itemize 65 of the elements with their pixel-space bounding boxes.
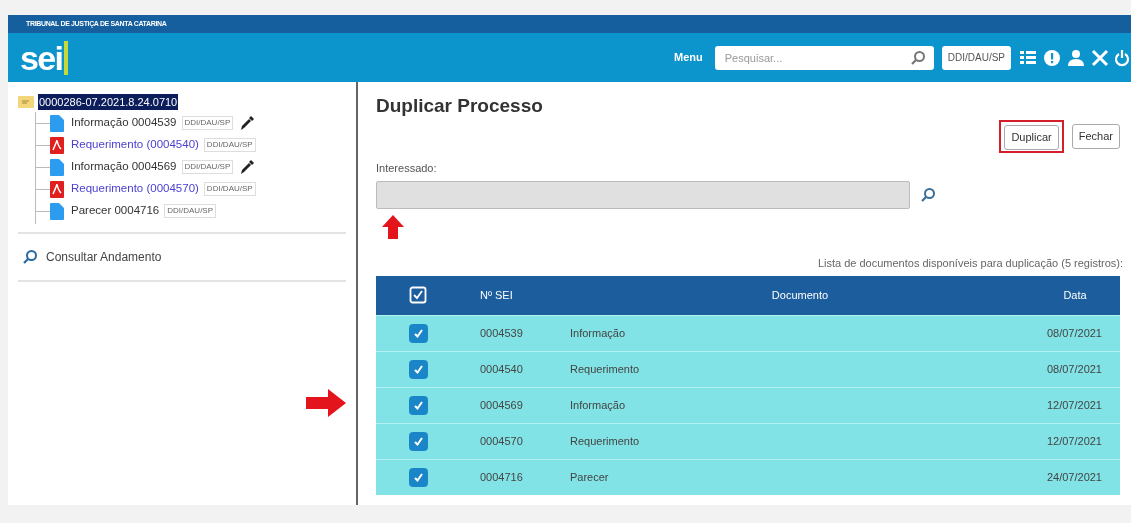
document-icon xyxy=(50,158,64,176)
power-icon[interactable] xyxy=(1115,48,1129,67)
table-cell: 0004539 xyxy=(480,326,523,339)
document-link[interactable]: Requerimento (0004540) xyxy=(71,136,199,154)
document-icon xyxy=(50,114,64,132)
row-checkbox[interactable] xyxy=(408,323,428,343)
table-cell: Requerimento xyxy=(570,362,640,375)
alert-icon[interactable] xyxy=(1043,48,1061,67)
folder-icon xyxy=(18,96,34,108)
table-row[interactable]: 0004539 Informação 08/07/2021 xyxy=(376,315,1120,351)
document-link[interactable]: Informação 0004539 xyxy=(71,114,177,132)
interested-field[interactable] xyxy=(376,180,910,209)
table-cell: Informação xyxy=(570,326,626,339)
unit-tag: DDI/DAU/SP xyxy=(203,138,256,152)
select-all-checkbox[interactable] xyxy=(409,286,427,305)
column-header: Nº SEI xyxy=(480,289,513,301)
consult-link[interactable]: Consultar Andamento xyxy=(46,248,162,266)
field-label: Interessado: xyxy=(376,161,438,176)
list-caption: Lista de documentos disponíveis para duplicação (5 registros): xyxy=(817,255,1123,271)
pdf-icon xyxy=(50,180,64,198)
search-field[interactable]: Pesquisar... xyxy=(714,45,934,70)
process-number[interactable]: 0000286-07.2021.8.24.0710 xyxy=(38,93,179,111)
pdf-icon xyxy=(50,136,64,154)
row-checkbox[interactable] xyxy=(408,467,428,487)
up-arrow-icon xyxy=(382,214,404,239)
user-icon[interactable] xyxy=(1067,48,1085,67)
unit-tag: DDI/DAU/SP xyxy=(181,116,234,130)
table-cell: 0004716 xyxy=(480,471,523,483)
search-icon[interactable] xyxy=(920,186,936,203)
table-cell: 08/07/2021 xyxy=(1046,326,1102,339)
right-arrow-icon xyxy=(306,389,346,417)
document-link[interactable]: Informação 0004569 xyxy=(71,158,177,176)
table-cell: 08/07/2021 xyxy=(1046,362,1102,375)
table-cell: Requerimento xyxy=(570,434,640,447)
table-cell: 12/07/2021 xyxy=(1046,434,1102,447)
document-link[interactable]: Parecer 0004716 xyxy=(71,202,160,220)
table-cell: 24/07/2021 xyxy=(1046,471,1102,483)
table-cell: 12/07/2021 xyxy=(1046,398,1102,411)
row-checkbox[interactable] xyxy=(408,395,428,415)
unit-tag: DDI/DAU/SP xyxy=(164,204,217,218)
table-row[interactable]: 0004569 Informação 12/07/2021 xyxy=(376,387,1120,423)
table-cell: Informação xyxy=(570,398,626,411)
row-checkbox[interactable] xyxy=(408,431,428,451)
table-cell: 0004569 xyxy=(480,398,523,411)
row-checkbox[interactable] xyxy=(408,359,428,379)
table-row[interactable]: 0004716 Parecer 24/07/2021 xyxy=(376,459,1120,495)
table-cell: Parecer xyxy=(570,471,609,483)
document-icon xyxy=(50,202,64,220)
grid-icon[interactable] xyxy=(1019,48,1037,67)
table-row[interactable]: 0004570 Requerimento 12/07/2021 xyxy=(376,423,1120,459)
table-cell: 0004540 xyxy=(480,362,523,375)
unit-selector[interactable]: DDI/DAU/SP xyxy=(941,45,1011,70)
column-header: Documento xyxy=(771,289,829,301)
pen-icon xyxy=(239,115,255,131)
search-icon[interactable] xyxy=(22,249,38,265)
document-link[interactable]: Requerimento (0004570) xyxy=(71,180,199,198)
action-button[interactable]: Duplicar xyxy=(999,119,1064,153)
pen-icon xyxy=(239,159,255,175)
table-cell: 0004570 xyxy=(480,434,523,447)
search-icon[interactable] xyxy=(909,49,926,66)
column-header: Data xyxy=(1063,289,1087,301)
table-row[interactable]: 0004540 Requerimento 08/07/2021 xyxy=(376,351,1120,387)
page-title: Duplicar Processo xyxy=(376,94,544,118)
unit-tag: DDI/DAU/SP xyxy=(203,182,256,196)
unit-tag: DDI/DAU/SP xyxy=(181,160,234,174)
